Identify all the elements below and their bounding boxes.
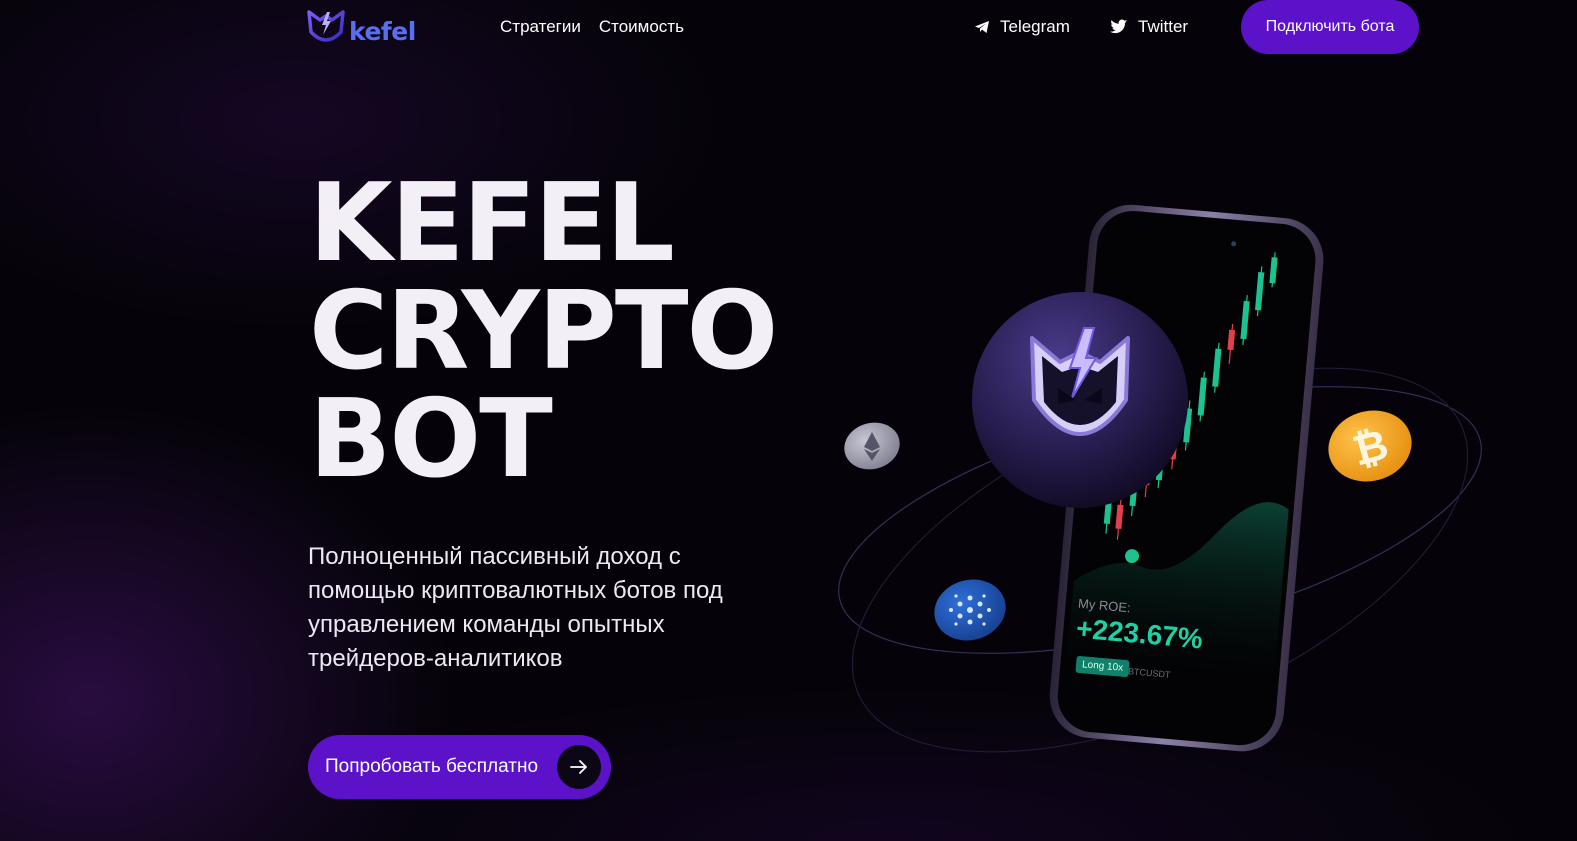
hero-illustration: ₿ My ROE: +223.67% Long 10x BTCUSDT <box>820 200 1520 780</box>
telegram-icon <box>975 21 989 33</box>
nav-item-strategies[interactable]: Стратегии <box>500 17 581 37</box>
try-free-label: Попробовать бесплатно <box>325 756 539 777</box>
hero-subtitle: Полноценный пассивный доход с помощью кр… <box>308 543 723 672</box>
twitter-icon <box>1110 19 1128 34</box>
kefel-logo-icon <box>307 10 345 42</box>
telegram-link[interactable]: Telegram <box>974 17 1070 37</box>
main-nav: Стратегии Стоимость <box>500 17 684 37</box>
bitcoin-coin-icon: ₿ <box>1328 410 1412 482</box>
logo-text: kefel <box>349 16 416 46</box>
twitter-link[interactable]: Twitter <box>1110 17 1188 37</box>
nav-item-pricing[interactable]: Стоимость <box>599 17 684 37</box>
twitter-label: Twitter <box>1138 17 1189 36</box>
ethereum-coin-icon <box>844 422 900 470</box>
arrow-right-icon <box>557 745 601 789</box>
hero-title-line-2: CRYPTO <box>309 269 778 394</box>
hero-title: KEFEL CRYPTO BOT <box>309 161 778 502</box>
logo[interactable]: kefel <box>305 6 416 48</box>
hero-illustration-art: ₿ <box>838 204 1482 753</box>
telegram-label: Telegram <box>1000 17 1070 36</box>
try-free-button[interactable]: Попробовать бесплатно <box>308 735 611 799</box>
cardano-coin-icon <box>934 579 1006 641</box>
connect-bot-button[interactable]: Подключить бота <box>1241 0 1419 54</box>
hero-title-line-3: BOT <box>309 377 553 502</box>
hero-title-line-1: KEFEL <box>309 161 675 286</box>
site-header: kefel Стратегии Стоимость Telegram Twitt… <box>0 0 1577 56</box>
